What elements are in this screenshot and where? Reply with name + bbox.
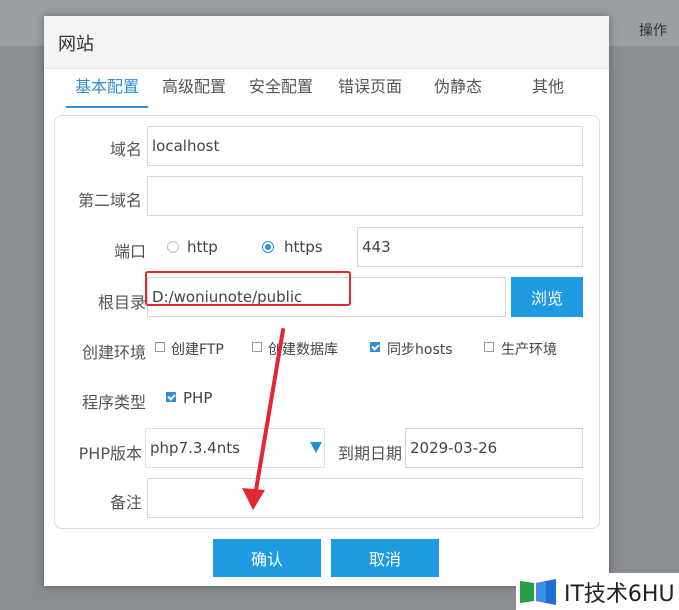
select-arrow-icon[interactable] [310,442,322,453]
production-env-checkbox[interactable] [484,342,494,352]
watermark-text: IT技术6HU [564,581,675,607]
remark-label: 备注 [109,493,142,512]
sync-hosts-checkbox[interactable] [370,342,380,352]
create-ftp-label: 创建FTP [171,342,224,358]
tab-basic-config[interactable]: 基本配置 [66,76,148,108]
watermark: IT技术6HU [516,573,679,610]
website-dialog: 网站 基本配置 高级配置 安全配置 错误页面 伪静态 其他 域名 localho… [44,16,609,586]
domain-input[interactable]: localhost [147,126,583,166]
https-radio[interactable] [262,241,274,253]
highlight-box [145,271,351,306]
php-version-select[interactable]: php7.3.4nts [145,428,325,468]
production-env-label: 生产环境 [501,342,557,358]
create-db-checkbox[interactable] [252,342,262,352]
tab-security-config[interactable]: 安全配置 [242,76,320,106]
tab-advanced-config[interactable]: 高级配置 [156,76,232,106]
php-version-label: PHP版本 [78,444,142,463]
browse-button[interactable]: 浏览 [511,277,583,317]
second-domain-input[interactable] [147,176,583,216]
expire-date-input[interactable]: 2029-03-26 [405,428,583,468]
cancel-button[interactable]: 取消 [331,539,439,577]
php-label: PHP [183,389,213,407]
port-input[interactable]: 443 [357,227,583,267]
backdrop-operation-label: 操作 [639,23,667,39]
tab-other[interactable]: 其他 [524,76,572,106]
create-ftp-checkbox[interactable] [155,342,165,352]
watermark-logo-icon [520,578,556,605]
create-db-label: 创建数据库 [268,342,338,358]
tab-rewrite[interactable]: 伪静态 [426,76,490,106]
second-domain-label: 第二域名 [77,191,142,210]
http-radio-label: http [187,238,218,256]
program-type-label: 程序类型 [81,393,146,412]
dialog-title: 网站 [58,34,94,55]
http-radio[interactable] [167,241,179,253]
port-label: 端口 [113,242,146,261]
domain-label: 域名 [109,140,142,159]
env-label: 创建环境 [81,343,146,362]
expire-date-label: 到期日期 [337,444,402,463]
confirm-button[interactable]: 确认 [213,539,321,577]
php-checkbox[interactable] [166,392,176,402]
remark-input[interactable] [147,478,583,518]
https-radio-label: https [284,238,323,256]
dialog-header: 网站 [44,16,609,69]
tab-error-pages[interactable]: 错误页面 [331,76,409,106]
sync-hosts-label: 同步hosts [387,342,453,358]
root-dir-label: 根目录 [97,293,146,312]
